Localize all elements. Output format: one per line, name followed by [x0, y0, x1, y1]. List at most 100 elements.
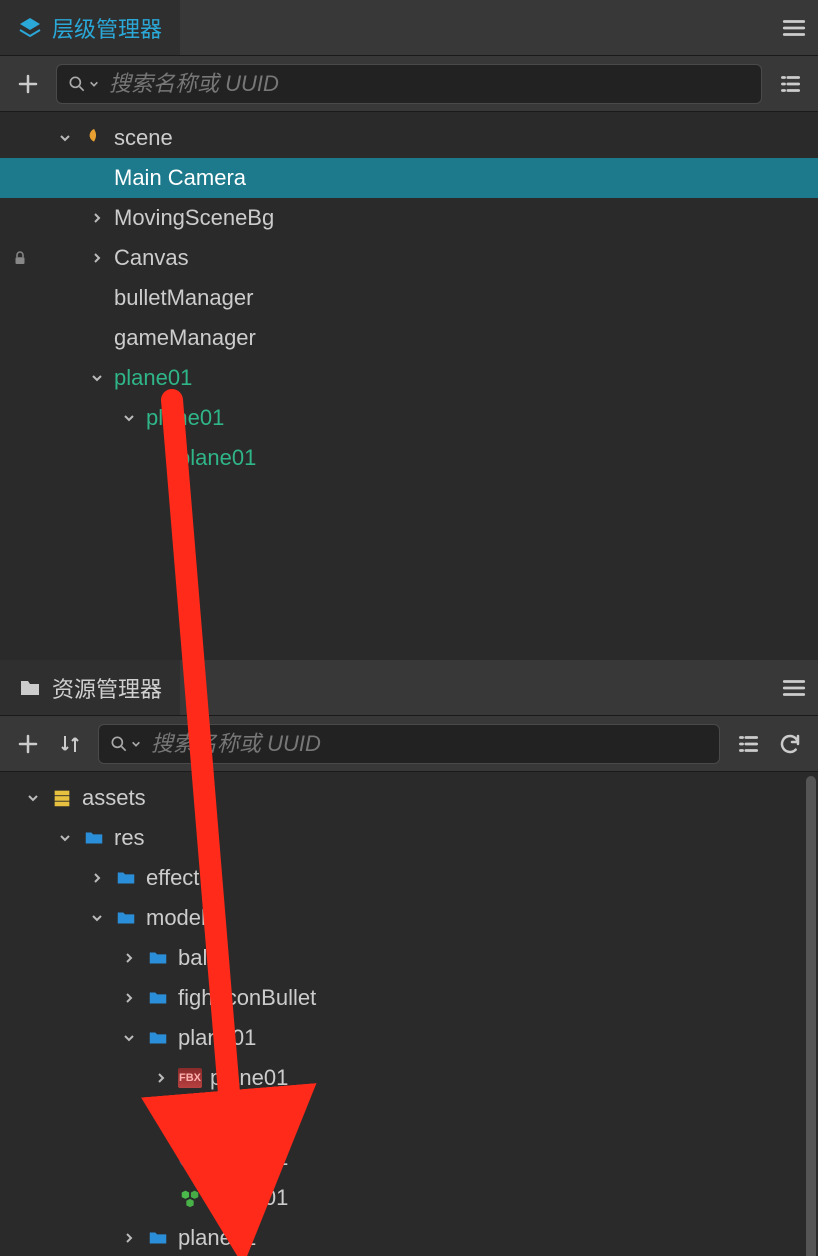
asset-node[interactable]: plane01: [0, 1018, 818, 1058]
asset-label: plane01: [178, 1025, 256, 1051]
node-label: plane01: [146, 405, 224, 431]
folder-icon: [18, 676, 42, 700]
node-label: plane01: [178, 445, 256, 471]
chevron-down-icon[interactable]: [88, 369, 106, 387]
asset-label: plane01: [210, 1145, 288, 1171]
asset-label: plane01: [210, 1105, 288, 1131]
hierarchy-tab[interactable]: 层级管理器: [0, 0, 180, 55]
mesh-icon: [178, 1186, 202, 1210]
node-label: MovingSceneBg: [114, 205, 274, 231]
chevron-right-icon[interactable]: [88, 869, 106, 887]
assets-scrollbar[interactable]: [806, 776, 816, 1256]
folder-icon: [82, 826, 106, 850]
hierarchy-toolbar: [0, 56, 818, 112]
node-label: bulletManager: [114, 285, 253, 311]
hierarchy-menu-button[interactable]: [770, 0, 818, 55]
asset-label: res: [114, 825, 145, 851]
database-icon: [50, 786, 74, 810]
asset-node[interactable]: model: [0, 898, 818, 938]
material-icon: [178, 1146, 202, 1170]
asset-node[interactable]: plane01: [0, 1098, 818, 1138]
chevron-right-icon[interactable]: [152, 1109, 170, 1127]
chevron-right-icon[interactable]: [88, 249, 106, 267]
layers-icon: [18, 16, 42, 40]
node-label: scene: [114, 125, 173, 151]
asset-label: ball: [178, 945, 212, 971]
asset-label: plane02: [178, 1225, 256, 1251]
chevron-down-icon[interactable]: [120, 409, 138, 427]
hierarchy-node[interactable]: plane01: [0, 398, 818, 438]
hierarchy-node[interactable]: scene: [0, 118, 818, 158]
node-label: Main Camera: [114, 165, 246, 191]
hierarchy-search[interactable]: [56, 64, 762, 104]
hierarchy-node[interactable]: plane01: [0, 358, 818, 398]
hierarchy-node[interactable]: bulletManager: [0, 278, 818, 318]
asset-node[interactable]: plane02: [0, 1218, 818, 1256]
asset-node[interactable]: plane01: [0, 1138, 818, 1178]
assets-toolbar: [0, 716, 818, 772]
assets-tree[interactable]: assets reseffect model ball fightIconBullet p…: [0, 772, 818, 1256]
hierarchy-header: 层级管理器: [0, 0, 818, 56]
hierarchy-node[interactable]: Main Camera: [0, 158, 818, 198]
asset-node[interactable]: fightIconBullet: [0, 978, 818, 1018]
chevron-right-icon[interactable]: [120, 1229, 138, 1247]
hierarchy-title: 层级管理器: [52, 12, 162, 44]
scene-icon: [82, 126, 106, 150]
lock-icon[interactable]: [0, 249, 40, 267]
chevron-down-icon[interactable]: [24, 789, 42, 807]
folder-icon: [146, 1226, 170, 1250]
add-asset-button[interactable]: [14, 730, 42, 758]
sort-button[interactable]: [56, 730, 84, 758]
asset-label: fightIconBullet: [178, 985, 316, 1011]
assets-search-mode-dropdown[interactable]: [109, 734, 141, 754]
folder-icon: [146, 946, 170, 970]
assets-list-view-button[interactable]: [734, 730, 762, 758]
search-mode-dropdown[interactable]: [67, 74, 99, 94]
node-label: gameManager: [114, 325, 256, 351]
chevron-down-icon[interactable]: [56, 829, 74, 847]
node-label: Canvas: [114, 245, 189, 271]
chevron-right-icon[interactable]: [120, 989, 138, 1007]
chevron-right-icon[interactable]: [88, 209, 106, 227]
asset-node[interactable]: assets: [0, 778, 818, 818]
asset-node[interactable]: ball: [0, 938, 818, 978]
hierarchy-node[interactable]: Canvas: [0, 238, 818, 278]
image-icon: [178, 1106, 202, 1130]
assets-panel: 资源管理器 assetsreseffectmodelballfight: [0, 660, 818, 1256]
chevron-down-icon[interactable]: [88, 909, 106, 927]
assets-tab[interactable]: 资源管理器: [0, 660, 180, 715]
add-node-button[interactable]: [14, 70, 42, 98]
hierarchy-search-input[interactable]: [109, 71, 751, 97]
chevron-right-icon[interactable]: [152, 1069, 170, 1087]
list-view-button[interactable]: [776, 70, 804, 98]
refresh-button[interactable]: [776, 730, 804, 758]
node-label: plane01: [114, 365, 192, 391]
chevron-down-icon[interactable]: [56, 129, 74, 147]
assets-search-input[interactable]: [151, 731, 709, 757]
folder-icon: [114, 866, 138, 890]
asset-label: plane01: [210, 1065, 288, 1091]
hierarchy-panel: 层级管理器 scene Main Camera MovingSceneBg Canva…: [0, 0, 818, 660]
assets-title: 资源管理器: [52, 672, 162, 704]
hierarchy-node[interactable]: MovingSceneBg: [0, 198, 818, 238]
asset-node[interactable]: res: [0, 818, 818, 858]
assets-header: 资源管理器: [0, 660, 818, 716]
chevron-down-icon[interactable]: [120, 1029, 138, 1047]
folder-icon: [146, 986, 170, 1010]
asset-label: plane01: [210, 1185, 288, 1211]
chevron-right-icon[interactable]: [120, 949, 138, 967]
hierarchy-tree[interactable]: scene Main Camera MovingSceneBg Canvas bulle…: [0, 112, 818, 660]
folder-icon: [146, 1026, 170, 1050]
asset-label: model: [146, 905, 206, 931]
asset-node[interactable]: effect: [0, 858, 818, 898]
hierarchy-node[interactable]: plane01: [0, 438, 818, 478]
asset-label: effect: [146, 865, 199, 891]
asset-node[interactable]: plane01: [0, 1178, 818, 1218]
folder-icon: [114, 906, 138, 930]
assets-search[interactable]: [98, 724, 720, 764]
asset-node[interactable]: FBX plane01: [0, 1058, 818, 1098]
hierarchy-node[interactable]: gameManager: [0, 318, 818, 358]
fbx-icon: FBX: [178, 1066, 202, 1090]
asset-label: assets: [82, 785, 146, 811]
assets-menu-button[interactable]: [770, 660, 818, 715]
